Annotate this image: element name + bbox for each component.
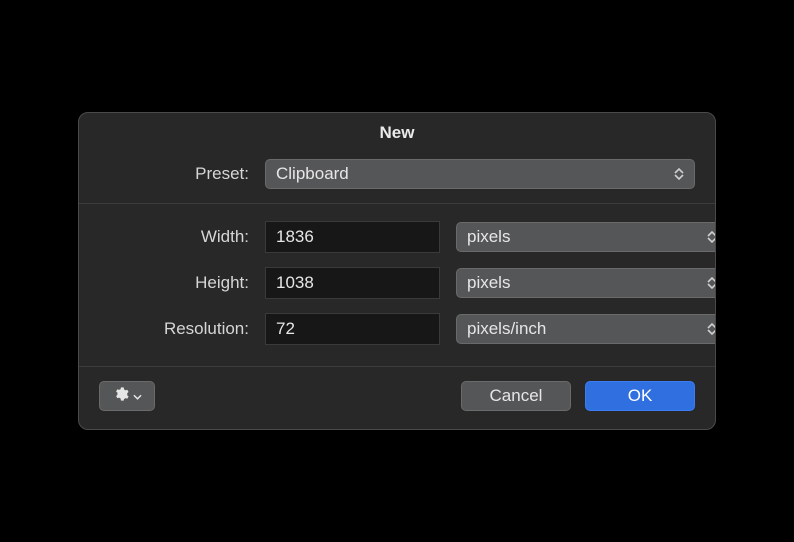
- resolution-unit-select[interactable]: pixels/inch: [456, 314, 716, 344]
- chevron-up-down-icon: [707, 277, 716, 289]
- width-row: Width: pixels: [79, 214, 715, 260]
- chevron-up-down-icon: [707, 323, 716, 335]
- body-section: Width: pixels Height: pixels R: [79, 204, 715, 366]
- width-label: Width:: [99, 227, 249, 247]
- chevron-up-down-icon: [707, 231, 716, 243]
- preset-select[interactable]: Clipboard: [265, 159, 695, 189]
- dialog-title: New: [79, 113, 715, 155]
- preset-label: Preset:: [99, 164, 249, 184]
- cancel-button[interactable]: Cancel: [461, 381, 571, 411]
- height-unit-value: pixels: [467, 273, 510, 293]
- height-label: Height:: [99, 273, 249, 293]
- preset-row: Preset: Clipboard: [79, 155, 715, 203]
- width-input[interactable]: [265, 221, 440, 253]
- gear-icon: [113, 386, 129, 407]
- preset-value: Clipboard: [276, 164, 349, 184]
- resolution-row: Resolution: pixels/inch: [79, 306, 715, 352]
- chevron-up-down-icon: [674, 168, 684, 180]
- resolution-label: Resolution:: [99, 319, 249, 339]
- height-input[interactable]: [265, 267, 440, 299]
- width-unit-value: pixels: [467, 227, 510, 247]
- footer: Cancel OK: [79, 367, 715, 429]
- height-row: Height: pixels: [79, 260, 715, 306]
- settings-menu-button[interactable]: [99, 381, 155, 411]
- width-unit-select[interactable]: pixels: [456, 222, 716, 252]
- new-dialog: New Preset: Clipboard Width: pixels H: [78, 112, 716, 430]
- height-unit-select[interactable]: pixels: [456, 268, 716, 298]
- chevron-down-icon: [133, 387, 142, 405]
- resolution-unit-value: pixels/inch: [467, 319, 546, 339]
- ok-button[interactable]: OK: [585, 381, 695, 411]
- resolution-input[interactable]: [265, 313, 440, 345]
